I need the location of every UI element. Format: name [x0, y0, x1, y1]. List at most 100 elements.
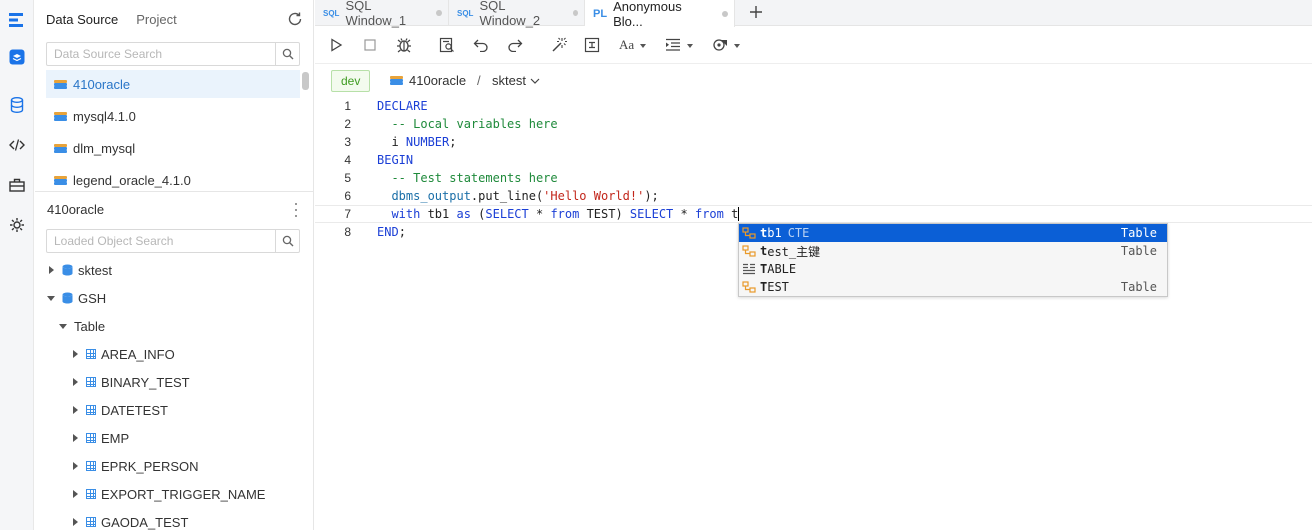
object-search — [46, 229, 300, 253]
new-tab-icon[interactable] — [748, 4, 764, 20]
tree-node-folder[interactable]: Table — [35, 312, 314, 340]
line-number: 7 — [344, 207, 351, 221]
code-token: * — [673, 206, 695, 221]
autocomplete-item[interactable]: T ABLE — [739, 260, 1167, 278]
pl-badge-icon: PL — [593, 7, 608, 20]
settings-shield-icon[interactable] — [6, 214, 28, 236]
tree-node-table[interactable]: DATETEST — [35, 396, 314, 424]
expand-arrow-icon[interactable] — [70, 518, 80, 526]
code-token: from — [694, 206, 724, 221]
search-icon[interactable] — [275, 43, 299, 65]
redo-icon[interactable] — [507, 37, 523, 53]
search-icon[interactable] — [275, 230, 299, 252]
expand-arrow-icon[interactable] — [70, 434, 80, 442]
datasource-search-input[interactable] — [47, 43, 275, 65]
tab-data-source[interactable]: Data Source — [46, 12, 118, 27]
expand-arrow-icon[interactable] — [70, 406, 80, 414]
autocomplete-match: t — [760, 226, 768, 240]
code-line[interactable]: 1 DECLARE — [315, 97, 1312, 115]
tree-node-table[interactable]: EXPORT_TRIGGER_NAME — [35, 480, 314, 508]
tree-node-schema[interactable]: sktest — [35, 256, 314, 284]
datasource-item[interactable]: dlm_mysql — [46, 132, 300, 164]
layers-icon[interactable] — [6, 46, 28, 68]
collapse-arrow-icon[interactable] — [58, 323, 68, 329]
unsaved-dot-icon[interactable] — [436, 10, 442, 16]
toolbox-icon[interactable] — [6, 174, 28, 196]
autocomplete-item[interactable]: t est_主键 Table — [739, 242, 1167, 260]
refresh-icon[interactable] — [287, 11, 303, 27]
connection-label: 410oracle — [409, 73, 467, 88]
layout-icon[interactable] — [584, 37, 600, 53]
code-text: -- Test statements here — [377, 171, 557, 185]
code-line[interactable]: 5 -- Test statements here — [315, 169, 1312, 187]
table-icon — [86, 405, 96, 415]
indent-icon[interactable] — [665, 37, 681, 53]
code-line[interactable]: 7 with tb1 as (SELECT * from TEST) SELEC… — [315, 205, 1312, 223]
datasource-item[interactable]: mysql4.1.0 — [46, 100, 300, 132]
code-token: as — [456, 206, 471, 221]
tab-anonymous-block[interactable]: PL Anonymous Blo... — [585, 0, 735, 29]
code-icon[interactable] — [6, 134, 28, 156]
tree-node-table[interactable]: BINARY_TEST — [35, 368, 314, 396]
chevron-down-icon[interactable] — [687, 44, 693, 48]
datasource-item[interactable]: 410oracle — [46, 70, 300, 98]
code-line[interactable]: 2 -- Local variables here — [315, 115, 1312, 133]
expand-arrow-icon[interactable] — [70, 378, 80, 386]
datasource-scrollbar[interactable] — [302, 72, 309, 90]
undo-icon[interactable] — [473, 37, 489, 53]
run-icon[interactable] — [328, 37, 344, 53]
unsaved-dot-icon[interactable] — [722, 10, 728, 17]
chevron-down-icon[interactable] — [640, 44, 646, 48]
tree-node-table[interactable]: AREA_INFO — [35, 340, 314, 368]
expand-arrow-icon[interactable] — [70, 462, 80, 470]
autocomplete-popup: t b1 CTE Table t est_主键 Table T ABLE T EST Table — [738, 223, 1168, 297]
tree-node-table[interactable]: EPRK_PERSON — [35, 452, 314, 480]
schema-icon — [62, 264, 73, 276]
line-number: 4 — [344, 153, 351, 167]
code-line[interactable]: 6 dbms_output.put_line('Hello World!'); — [315, 187, 1312, 205]
database-selector[interactable]: sktest — [492, 73, 540, 88]
code-editor[interactable]: 1 DECLARE 2 -- Local variables here 3 i NUM… — [315, 96, 1312, 530]
env-tag[interactable]: dev — [331, 70, 371, 92]
activity-rail — [0, 0, 34, 530]
logo-icon[interactable] — [6, 9, 28, 31]
panel-divider[interactable] — [35, 191, 314, 192]
tab-sql-window-2[interactable]: SQL SQL Window_2 — [449, 0, 585, 28]
autocomplete-item[interactable]: T EST Table — [739, 278, 1167, 296]
breadcrumb-separator: / — [477, 73, 481, 88]
autocomplete-kind: Table — [1120, 280, 1157, 294]
more-options-icon[interactable] — [293, 203, 299, 217]
expand-arrow-icon[interactable] — [70, 490, 80, 498]
side-panel: Data Source Project 410oracle mysql4.1.0… — [35, 0, 314, 530]
code-line[interactable]: 4 BEGIN — [315, 151, 1312, 169]
format-wand-icon[interactable] — [551, 37, 567, 53]
datasource-item[interactable]: legend_oracle_4.1.0 — [46, 164, 300, 190]
expand-arrow-icon[interactable] — [70, 350, 80, 358]
code-text: DECLARE — [377, 99, 428, 113]
tools-icon[interactable] — [712, 37, 728, 53]
tree-node-table[interactable]: GAODA_TEST — [35, 508, 314, 530]
tree-node-label: sktest — [78, 262, 112, 278]
code-text: END; — [377, 225, 406, 239]
debug-icon[interactable] — [396, 37, 412, 53]
tab-project[interactable]: Project — [136, 12, 176, 27]
tree-node-schema[interactable]: GSH — [35, 284, 314, 312]
stop-icon[interactable] — [362, 37, 378, 53]
autocomplete-item[interactable]: t b1 CTE Table — [739, 224, 1167, 242]
datasource-label: mysql4.1.0 — [73, 108, 136, 124]
collapse-arrow-icon[interactable] — [46, 295, 56, 301]
expand-arrow-icon[interactable] — [46, 266, 56, 274]
code-line[interactable]: 3 i NUMBER; — [315, 133, 1312, 151]
chevron-down-icon[interactable] — [734, 44, 740, 48]
font-size-button[interactable]: Aa — [619, 37, 634, 53]
tree-node-table[interactable]: EMP — [35, 424, 314, 452]
database-icon[interactable] — [6, 94, 28, 116]
unsaved-dot-icon[interactable] — [572, 10, 578, 16]
connection-selector[interactable]: 410oracle — [390, 73, 466, 88]
autocomplete-label: b1 — [767, 226, 782, 240]
explain-plan-icon[interactable] — [439, 37, 455, 53]
line-number: 5 — [344, 171, 351, 185]
object-search-input[interactable] — [47, 230, 275, 252]
tab-sql-window-1[interactable]: SQL SQL Window_1 — [315, 0, 449, 28]
